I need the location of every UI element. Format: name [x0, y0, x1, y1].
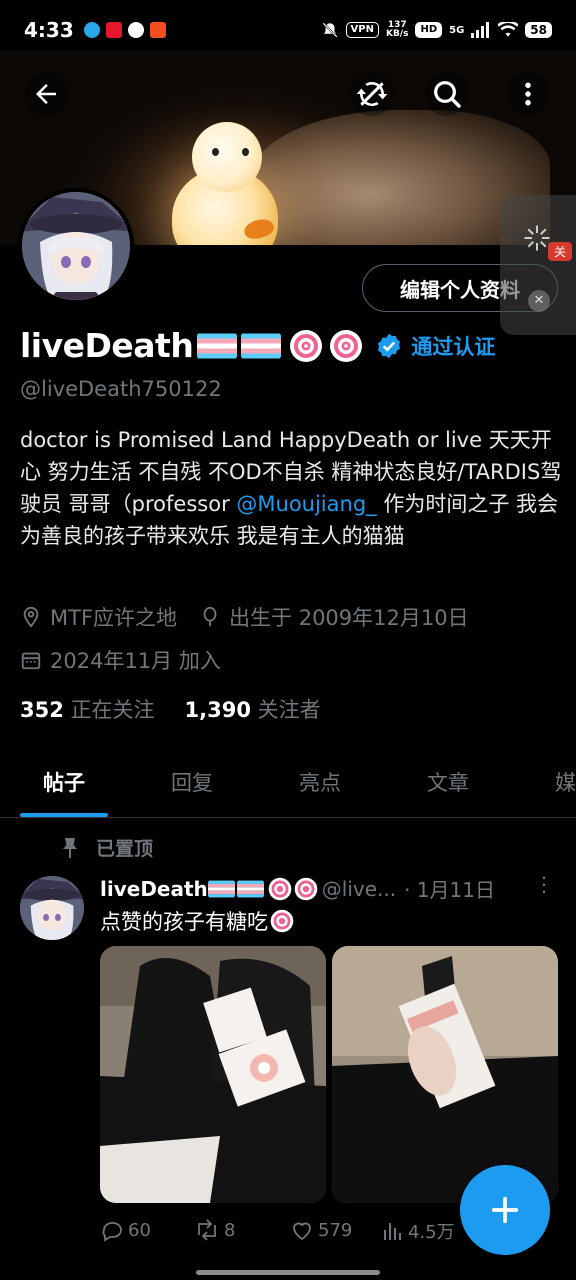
- view-count: 4.5万: [408, 1222, 455, 1243]
- lollipop-icon: [270, 909, 294, 933]
- post-header: liveDeath @live... · 1月11日 ⋮: [100, 872, 560, 903]
- display-name-row: liveDeath 通过认证: [20, 326, 495, 365]
- tab-replies[interactable]: 回复: [128, 752, 256, 817]
- lollipop-icon: [330, 329, 363, 362]
- profile-joined-row: 2024年11月 加入: [20, 645, 221, 675]
- status-bar: 4:33 VPN 137 KB/s HD 5G 58: [0, 0, 576, 60]
- shop-notification-icon: [149, 22, 166, 38]
- sync-off-icon: [356, 81, 388, 107]
- trans-flag-icon: [241, 333, 282, 358]
- side-close-tag[interactable]: 关: [547, 242, 572, 261]
- trans-flag-icon: [207, 880, 235, 897]
- app-notification-icon: [127, 22, 144, 38]
- trans-flag-icon: [236, 880, 264, 897]
- followers-link[interactable]: 1,390 关注者: [185, 694, 321, 724]
- repost-icon: [198, 1219, 216, 1241]
- like-count: 579: [318, 1219, 353, 1241]
- back-button[interactable]: [24, 72, 68, 116]
- compose-plus-icon: [491, 1196, 519, 1224]
- post-date[interactable]: · 1月11日: [404, 874, 495, 903]
- search-button[interactable]: [425, 72, 469, 116]
- photo-1-image: [100, 946, 326, 1203]
- repost-count: 8: [224, 1219, 236, 1241]
- profile-joined: 2024年11月 加入: [50, 649, 221, 673]
- status-app-icons: [83, 22, 166, 38]
- status-time: 4:33: [24, 18, 74, 42]
- status-indicators: VPN 137 KB/s HD 5G 58: [321, 21, 552, 39]
- weibo-notification-icon: [105, 22, 122, 38]
- hd-indicator: HD: [415, 22, 443, 38]
- views-icon: [384, 1223, 401, 1240]
- like-icon: [293, 1222, 311, 1241]
- verified-badge-icon: [378, 333, 401, 358]
- wifi-icon: [498, 22, 519, 37]
- profile-avatar[interactable]: [18, 188, 134, 304]
- duck-lamp-head: [192, 122, 262, 192]
- post-photo-2[interactable]: [332, 946, 558, 1203]
- compose-button[interactable]: [460, 1165, 550, 1255]
- lollipop-icon: [294, 877, 318, 900]
- tab-articles[interactable]: 文章: [384, 752, 512, 817]
- pinned-label: 已置顶: [96, 838, 154, 860]
- network-type: 5G: [449, 24, 465, 36]
- follow-stats: 352 正在关注 1,390 关注者: [20, 694, 321, 724]
- following-link[interactable]: 352 正在关注: [20, 694, 155, 724]
- display-name: liveDeath: [20, 326, 194, 365]
- verified-label: 通过认证: [411, 334, 496, 359]
- pinned-indicator: 已置顶: [60, 834, 153, 861]
- pin-icon: [63, 837, 77, 858]
- like-button[interactable]: 579: [290, 1218, 352, 1242]
- post-author-name[interactable]: liveDeath: [100, 877, 208, 901]
- lollipop-icon: [268, 877, 292, 900]
- post-author-avatar[interactable]: [20, 876, 84, 940]
- post-more-button[interactable]: ⋮: [534, 872, 554, 896]
- avatar-illustration: [22, 192, 130, 300]
- home-indicator[interactable]: [196, 1270, 380, 1275]
- birthday-icon: [203, 606, 217, 627]
- profile-handle: @liveDeath750122: [20, 377, 222, 401]
- sync-button[interactable]: [350, 72, 394, 116]
- calendar-icon: [21, 652, 41, 670]
- reply-icon: [102, 1222, 122, 1242]
- tab-highlights[interactable]: 亮点: [256, 752, 384, 817]
- more-options-button[interactable]: [506, 72, 550, 116]
- back-arrow-icon: [36, 84, 56, 104]
- photo-2-image: [332, 946, 558, 1203]
- lollipop-icon: [290, 329, 323, 362]
- mute-icon: [321, 22, 338, 38]
- more-vertical-icon: [525, 82, 531, 106]
- views-button[interactable]: 4.5万: [382, 1218, 455, 1244]
- battery-indicator: 58: [525, 22, 552, 38]
- net-speed: 137 KB/s: [385, 20, 409, 39]
- profile-tabs: 帖子 回复 亮点 文章 媒: [0, 752, 576, 818]
- post-text-content: 点赞的孩子有糖吃: [100, 910, 268, 934]
- profile-meta-row: MTF应许之地 出生于 2009年12月10日: [20, 602, 469, 632]
- post-text: 点赞的孩子有糖吃: [100, 906, 294, 936]
- reply-button[interactable]: 60: [100, 1218, 151, 1242]
- post-author-handle[interactable]: @live...: [322, 877, 396, 901]
- duck-eye: [212, 148, 219, 156]
- avatar-illustration: [20, 876, 84, 940]
- duck-eye: [242, 148, 249, 156]
- tab-posts[interactable]: 帖子: [0, 752, 128, 817]
- verified-link[interactable]: 通过认证: [375, 331, 495, 361]
- qq-notification-icon: [83, 22, 100, 38]
- repost-button[interactable]: 8: [194, 1218, 235, 1242]
- tab-media[interactable]: 媒: [512, 752, 576, 817]
- profile-location: MTF应许之地: [50, 606, 178, 630]
- reply-count: 60: [128, 1219, 151, 1241]
- close-icon[interactable]: ✕: [528, 290, 550, 312]
- search-icon: [434, 81, 461, 108]
- profile-bio: doctor is Promised Land HappyDeath or li…: [20, 424, 565, 552]
- vpn-indicator: VPN: [345, 22, 379, 38]
- signal-icon: [471, 22, 490, 38]
- profile-birthday: 出生于 2009年12月10日: [229, 606, 469, 630]
- trans-flag-icon: [197, 333, 238, 358]
- post-photo-1[interactable]: [100, 946, 326, 1203]
- location-icon: [23, 606, 39, 628]
- bio-mention-link[interactable]: @Muoujiang_: [236, 492, 376, 516]
- floating-assistant-widget[interactable]: [500, 195, 576, 335]
